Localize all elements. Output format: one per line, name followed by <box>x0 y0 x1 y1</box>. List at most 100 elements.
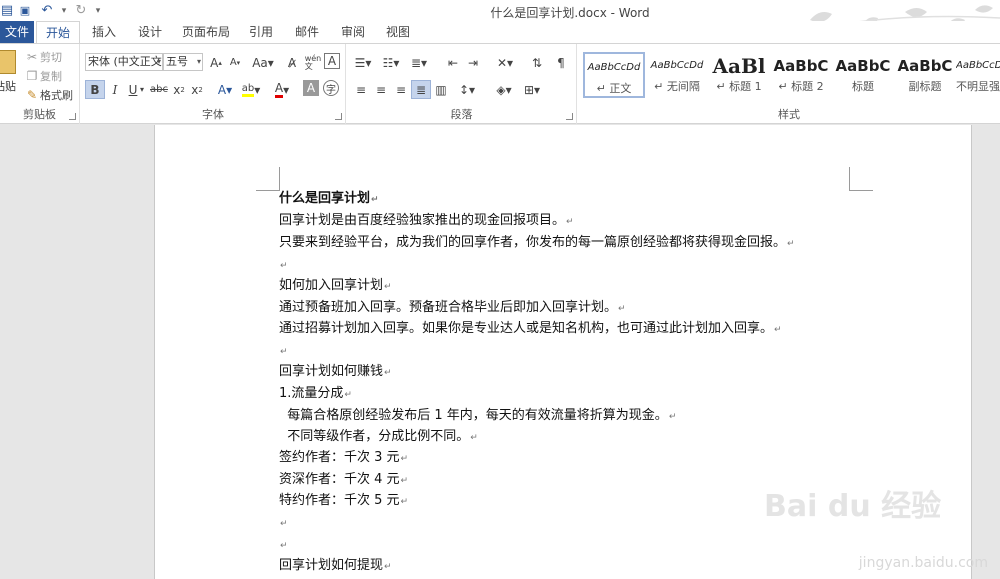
justify-icon[interactable]: ≣ <box>411 80 431 99</box>
doc-line[interactable]: 不同等级作者，分成比例不同。↵ <box>279 426 478 448</box>
line-spacing-icon[interactable]: ↕▾ <box>455 80 479 99</box>
tab-design[interactable]: 设计 <box>130 21 170 43</box>
style-name: 不明显强调 <box>956 80 1000 93</box>
style-name: 标题 <box>852 80 874 93</box>
style-subtitle[interactable]: AaBbC 副标题 <box>894 52 956 98</box>
show-marks-icon[interactable]: ¶ <box>551 53 571 72</box>
style-subtle-emphasis[interactable]: AaBbCcDd 不明显强调 <box>956 52 1000 98</box>
scissors-icon: ✂ <box>26 50 38 64</box>
doc-line[interactable]: 只要来到经验平台，成为我们的回享作者，你发布的每一篇原创经验都将获得现金回报。↵ <box>279 232 795 254</box>
font-launcher-icon[interactable] <box>335 113 342 120</box>
doc-empty-line[interactable]: ↵ <box>279 534 288 556</box>
character-border-icon[interactable]: A <box>324 53 340 69</box>
highlight-color-icon[interactable]: ab ▾ <box>241 80 261 99</box>
style-sample: AaBbC <box>897 57 953 75</box>
style-name: 副标题 <box>908 80 942 93</box>
strikethrough-button[interactable]: abc <box>149 80 169 99</box>
chinese-layout-icon[interactable]: ✕▾ <box>491 53 519 72</box>
font-name-combo[interactable]: 宋体 (中文正文) ▾ <box>85 53 163 71</box>
style-no-spacing[interactable]: AaBbCcDd ↵ 无间隔 <box>646 52 708 98</box>
doc-line[interactable]: 1.流量分成↵ <box>279 383 352 405</box>
copy-label: 复制 <box>40 70 62 83</box>
tab-insert[interactable]: 插入 <box>84 21 124 43</box>
doc-line[interactable]: 通过招募计划加入回享。如果你是专业达人或是知名机构，也可通过此计划加入回享。↵ <box>279 318 782 340</box>
style-name: ↵ 无间隔 <box>654 80 700 93</box>
cut-button[interactable]: ✂ 剪切 <box>24 48 62 66</box>
font-size-combo[interactable]: 五号 ▾ <box>163 53 203 71</box>
doc-line[interactable]: 回享计划如何赚钱↵ <box>279 361 392 383</box>
bold-button[interactable]: B <box>85 80 105 99</box>
character-shading-icon[interactable]: A <box>303 80 319 96</box>
clipboard-group-label: 剪贴板 <box>23 108 56 121</box>
underline-dropdown-icon[interactable]: ▾ <box>137 80 147 99</box>
doc-heading[interactable]: 什么是回享计划↵ <box>279 188 379 210</box>
doc-line[interactable]: 如何加入回享计划↵ <box>279 275 392 297</box>
shading-icon[interactable]: ◈▾ <box>491 80 517 99</box>
bullets-icon[interactable]: ☰▾ <box>351 53 375 72</box>
format-painter-button[interactable]: ✎ 格式刷 <box>24 86 73 104</box>
italic-button[interactable]: I <box>105 80 125 99</box>
tab-view[interactable]: 视图 <box>378 21 418 43</box>
clear-formatting-icon[interactable]: A̷ <box>282 53 302 72</box>
styles-group-label: 样式 <box>778 108 800 121</box>
sort-icon[interactable]: ⇅ <box>527 53 547 72</box>
grow-font-icon[interactable]: A ▴ <box>206 53 226 72</box>
doc-line[interactable]: 签约作者：千次 3 元↵ <box>279 447 408 469</box>
style-sample: AaBl <box>712 54 766 78</box>
tab-references[interactable]: 引用 <box>241 21 281 43</box>
doc-line[interactable]: 每篇合格原创经验发布后 1 年内，每天的有效流量将折算为现金。↵ <box>279 405 676 427</box>
chevron-down-icon: ▾ <box>156 57 161 66</box>
copy-button[interactable]: ❐ 复制 <box>24 67 62 85</box>
paste-button[interactable]: 粘贴 <box>0 48 20 102</box>
text-effects-icon[interactable]: A▾ <box>215 80 235 99</box>
phonetic-guide-icon[interactable]: wén 文 <box>303 53 323 72</box>
style-sample: AaBbC <box>773 57 829 75</box>
tab-home[interactable]: 开始 <box>36 21 80 44</box>
font-color-icon[interactable]: A ▾ <box>272 80 292 99</box>
doc-empty-line[interactable]: ↵ <box>279 254 288 276</box>
doc-line[interactable]: 资深作者：千次 4 元↵ <box>279 469 408 491</box>
style-heading-1[interactable]: AaBl ↵ 标题 1 <box>708 52 770 98</box>
align-center-icon[interactable]: ≡ <box>371 80 391 99</box>
align-right-icon[interactable]: ≡ <box>391 80 411 99</box>
style-sample: AaBbC <box>835 57 891 75</box>
style-name: ↵ 正文 <box>596 82 632 95</box>
format-painter-icon: ✎ <box>26 88 38 102</box>
doc-empty-line[interactable]: ↵ <box>279 512 288 534</box>
tab-file[interactable]: 文件 <box>0 21 34 43</box>
distributed-icon[interactable]: ▥ <box>431 80 451 99</box>
tab-page-layout[interactable]: 页面布局 <box>178 21 234 43</box>
doc-line[interactable]: 回享计划如何提现↵ <box>279 555 392 577</box>
decrease-indent-icon[interactable]: ⇤ <box>443 53 463 72</box>
superscript-button[interactable]: x2 <box>187 80 207 99</box>
change-case-icon[interactable]: Aa▾ <box>249 53 277 72</box>
ribbon-tabs: 文件 开始 插入 设计 页面布局 引用 邮件 审阅 视图 <box>0 21 1000 44</box>
paste-icon <box>0 50 16 74</box>
cut-label: 剪切 <box>40 51 62 64</box>
enclose-characters-icon[interactable]: 字 <box>323 80 339 96</box>
subscript-button[interactable]: x2 <box>169 80 189 99</box>
tab-mailings[interactable]: 邮件 <box>287 21 327 43</box>
baidu-watermark-logo: Bai du 经验 <box>764 489 942 524</box>
style-name: ↵ 标题 2 <box>778 80 824 93</box>
copy-icon: ❐ <box>26 69 38 83</box>
align-left-icon[interactable]: ≡ <box>351 80 371 99</box>
tab-review[interactable]: 审阅 <box>333 21 373 43</box>
style-title[interactable]: AaBbC 标题 <box>832 52 894 98</box>
doc-line[interactable]: 特约作者：千次 5 元↵ <box>279 490 408 512</box>
doc-line[interactable]: 回享计划是由百度经验独家推出的现金回报项目。↵ <box>279 210 574 232</box>
paragraph-launcher-icon[interactable] <box>566 113 573 120</box>
style-sample: AaBbCcDd <box>650 60 704 71</box>
format-painter-label: 格式刷 <box>40 89 73 102</box>
increase-indent-icon[interactable]: ⇥ <box>463 53 483 72</box>
borders-icon[interactable]: ⊞▾ <box>519 80 545 99</box>
doc-empty-line[interactable]: ↵ <box>279 340 288 362</box>
clipboard-launcher-icon[interactable] <box>69 113 76 120</box>
numbering-icon[interactable]: ☷▾ <box>379 53 403 72</box>
multilevel-list-icon[interactable]: ≣▾ <box>407 53 431 72</box>
style-normal[interactable]: AaBbCcDd ↵ 正文 <box>583 52 645 98</box>
doc-line[interactable]: 通过预备班加入回享。预备班合格毕业后即加入回享计划。↵ <box>279 297 626 319</box>
style-heading-2[interactable]: AaBbC ↵ 标题 2 <box>770 52 832 98</box>
shrink-font-icon[interactable]: A ▾ <box>225 53 245 72</box>
document-area: 什么是回享计划↵ 回享计划是由百度经验独家推出的现金回报项目。↵ 只要来到经验平… <box>0 125 1000 579</box>
